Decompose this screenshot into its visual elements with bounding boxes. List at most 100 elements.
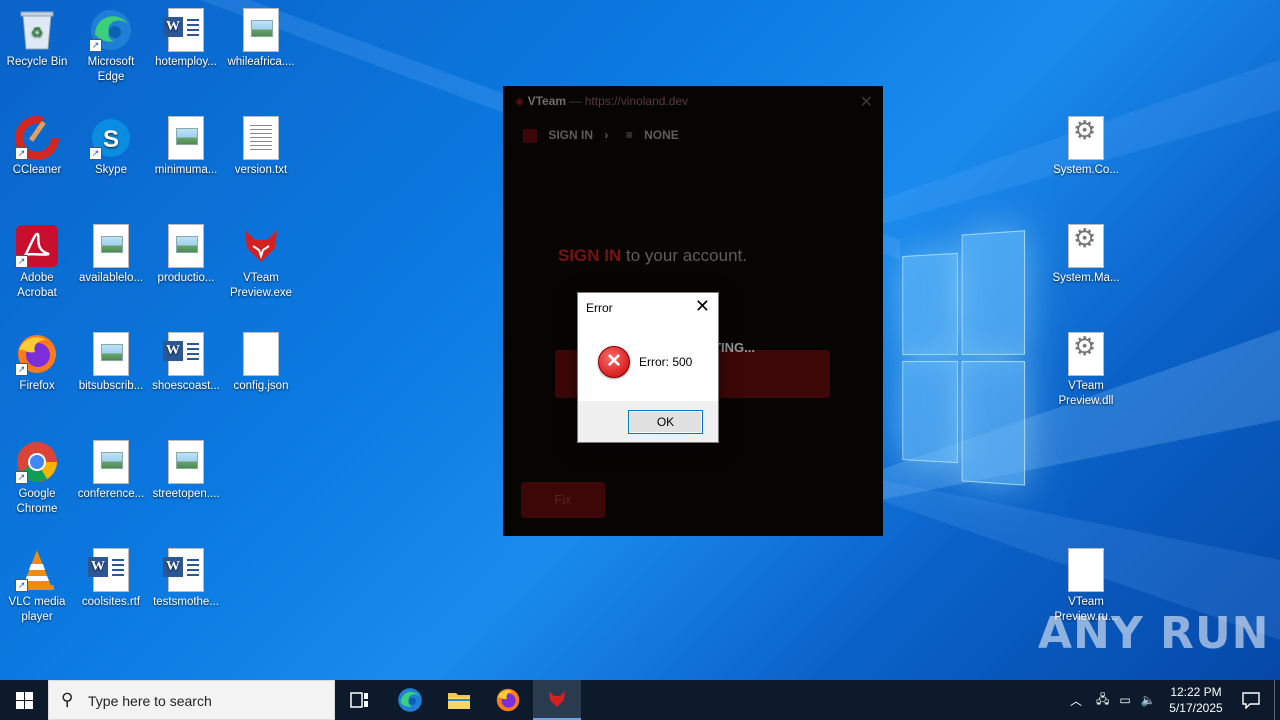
icon-label: productio... (157, 272, 215, 284)
desktop-icon-vlc[interactable]: ↗ VLC media player (0, 548, 74, 625)
vlc-cone-icon: ↗ (15, 548, 59, 592)
desktop-icon-system-ma[interactable]: System.Ma... (1049, 224, 1123, 286)
desktop-icon-conference[interactable]: conference... (74, 440, 148, 502)
desktop-icon-ccleaner[interactable]: ↗ CCleaner (0, 116, 74, 178)
desktop-icon-adobe-acrobat[interactable]: ↗ Adobe Acrobat (0, 224, 74, 301)
icon-label: System.Ma... (1052, 272, 1120, 284)
icon-label: streetopen.... (152, 488, 220, 500)
taskbar-edge[interactable] (386, 680, 434, 720)
shortcut-arrow-icon: ↗ (89, 147, 102, 160)
desktop-icon-vteam-exe[interactable]: VTeam Preview.exe (224, 224, 298, 301)
desktop-icon-testsmothe[interactable]: testsmothe... (149, 548, 223, 610)
display-icon[interactable]: ▭ (1119, 693, 1130, 707)
desktop-icon-edge[interactable]: ↗ Microsoft Edge (74, 8, 148, 85)
desktop-icon-productio[interactable]: productio... (149, 224, 223, 286)
vteam-url: https://vinoland.dev (584, 94, 689, 108)
icon-label: conference... (77, 488, 145, 500)
desktop-icon-system-co[interactable]: System.Co... (1049, 116, 1123, 178)
desktop-icon-whileafrica[interactable]: whileafrica.... (224, 8, 298, 70)
desktop-icon-minimuma[interactable]: minimuma... (149, 116, 223, 178)
edge-icon (398, 688, 422, 712)
gear-file-icon (1068, 116, 1104, 160)
vteam-close-button[interactable]: ✕ (860, 92, 873, 112)
search-icon: ⚲ (61, 690, 74, 709)
vteam-connect-label: TING... (713, 340, 755, 355)
desktop-icon-config-json[interactable]: config.json (224, 332, 298, 394)
gear-file-icon (1068, 332, 1104, 376)
image-file-icon (243, 8, 279, 52)
svg-text:S: S (103, 126, 119, 153)
vteam-fox-icon (549, 691, 565, 707)
desktop-icon-skype[interactable]: S ↗ Skype (74, 116, 148, 178)
dialog-close-button[interactable]: ✕ (695, 296, 710, 317)
ok-button[interactable]: OK (628, 410, 703, 434)
vteam-logo-icon: ◈ (515, 94, 525, 108)
nav-signin[interactable]: SIGN IN (548, 128, 593, 142)
taskbar-search-box[interactable]: ⚲ Type here to search (48, 680, 335, 720)
list-icon: ≡ (625, 128, 633, 142)
taskbar-file-explorer[interactable] (435, 680, 483, 720)
chevron-up-icon[interactable]: ︿ (1070, 692, 1082, 709)
dialog-title: Error (586, 301, 613, 315)
shortcut-arrow-icon: ↗ (15, 579, 28, 592)
desktop-icon-coolsites[interactable]: coolsites.rtf (74, 548, 148, 610)
notification-icon (1242, 692, 1260, 709)
taskbar-clock[interactable]: 12:22 PM 5/17/2025 (1160, 684, 1232, 716)
folder-icon (448, 693, 470, 709)
icon-label: shoescoast... (152, 380, 220, 392)
shortcut-arrow-icon: ↗ (15, 147, 28, 160)
desktop-icon-shoescoast[interactable]: shoescoast... (149, 332, 223, 394)
vteam-titlebar: ◈ VTeam — https://vinoland.dev (515, 94, 688, 108)
desktop-icon-availablelo[interactable]: availablelo... (74, 224, 148, 286)
skype-icon: S ↗ (89, 116, 133, 160)
dialog-footer: OK (578, 401, 718, 442)
volume-icon[interactable]: 🔈 (1141, 693, 1156, 707)
desktop-icon-bitsubscrib[interactable]: bitsubscrib... (74, 332, 148, 394)
desktop-icon-recycle-bin[interactable]: ♻ Recycle Bin (0, 8, 74, 70)
desktop-icon-firefox[interactable]: ↗ Firefox (0, 332, 74, 394)
vteam-fox-icon (239, 224, 283, 268)
signin-heading-red: SIGN IN (558, 246, 622, 265)
taskbar-firefox[interactable] (484, 680, 532, 720)
image-file-icon (168, 116, 204, 160)
shortcut-arrow-icon: ↗ (15, 363, 28, 376)
task-view-button[interactable] (336, 680, 384, 720)
network-icon[interactable]: 🖧 (1096, 690, 1109, 711)
icon-label: Google Chrome (16, 488, 58, 515)
desktop-icon-streetopen[interactable]: streetopen.... (149, 440, 223, 502)
nav-none[interactable]: NONE (644, 128, 679, 142)
word-document-icon (163, 8, 204, 52)
icon-label: Adobe Acrobat (17, 272, 57, 299)
icon-label: CCleaner (12, 164, 62, 176)
clock-time: 12:22 PM (1170, 685, 1222, 699)
edge-icon: ↗ (89, 8, 133, 52)
anyrun-watermark: ANY RUN (1038, 608, 1270, 659)
word-document-icon (163, 332, 204, 376)
system-tray: ︿ 🖧 ▭ 🔈 (1070, 680, 1156, 720)
desktop-icon-version-txt[interactable]: version.txt (224, 116, 298, 178)
gear-file-icon (1068, 224, 1104, 268)
action-center-button[interactable] (1236, 680, 1266, 720)
icon-label: config.json (233, 380, 289, 392)
taskbar-vteam[interactable] (533, 680, 581, 720)
desktop-icon-hotemploy[interactable]: hotemploy... (149, 8, 223, 70)
chevron-right-icon: › (604, 128, 609, 142)
taskbar: ⚲ Type here to search ︿ 🖧 ▭ 🔈 12:22 PM 5… (0, 680, 1280, 720)
vteam-app-name: VTeam (527, 94, 567, 108)
desktop-icon-vteam-dll[interactable]: VTeam Preview.dll (1049, 332, 1123, 409)
menu-icon[interactable] (523, 128, 537, 143)
icon-label: version.txt (234, 164, 288, 176)
start-button[interactable] (0, 680, 48, 720)
firefox-icon: ↗ (15, 332, 59, 376)
icon-label: bitsubscrib... (78, 380, 144, 392)
desktop-icon-chrome[interactable]: ↗ Google Chrome (0, 440, 74, 517)
search-placeholder: Type here to search (88, 693, 212, 709)
show-desktop-button[interactable] (1274, 680, 1275, 720)
icon-label: VTeam Preview.dll (1058, 380, 1114, 407)
clock-date: 5/17/2025 (1169, 701, 1223, 715)
icon-label: System.Co... (1053, 164, 1119, 176)
image-file-icon (93, 224, 129, 268)
vteam-fix-button[interactable]: Fix (521, 482, 605, 518)
signin-heading-rest: to your account. (626, 246, 747, 265)
image-file-icon (93, 440, 129, 484)
